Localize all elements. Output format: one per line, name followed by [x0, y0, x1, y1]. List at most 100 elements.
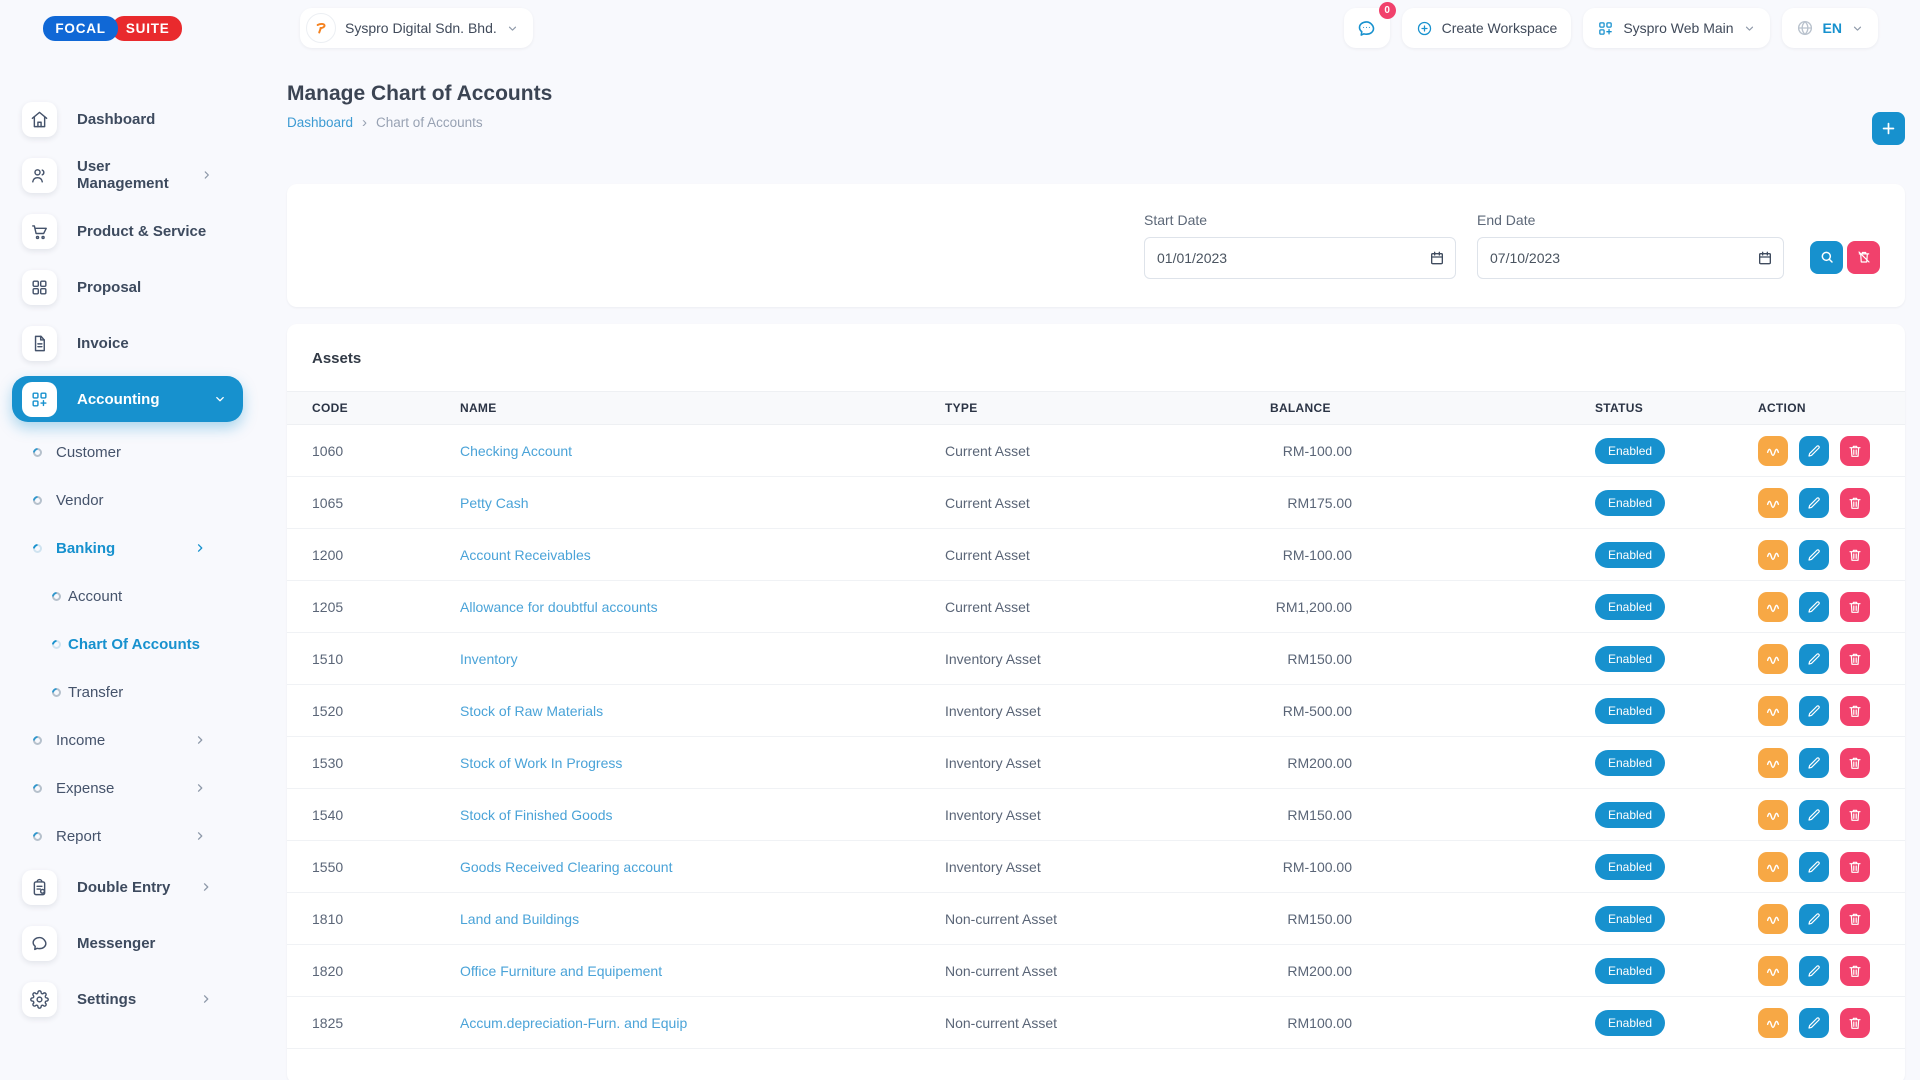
bullet-icon: [31, 542, 44, 555]
transactions-button[interactable]: [1758, 956, 1788, 986]
delete-button[interactable]: [1840, 956, 1870, 986]
sidebar-item-customer[interactable]: Customer: [12, 432, 243, 472]
sidebar-item-account[interactable]: Account: [12, 576, 243, 616]
language-selector[interactable]: EN: [1782, 8, 1878, 48]
app-selector[interactable]: Syspro Web Main: [1583, 8, 1769, 48]
account-name-link[interactable]: Stock of Finished Goods: [460, 807, 945, 823]
account-balance: RM150.00: [1270, 911, 1352, 927]
workspace-selector[interactable]: Syspro Digital Sdn. Bhd.: [300, 8, 533, 48]
transactions-button[interactable]: [1758, 644, 1788, 674]
main-content: Manage Chart of Accounts Dashboard › Cha…: [225, 56, 1920, 1080]
messenger-button[interactable]: 0: [1344, 8, 1390, 48]
sidebar-item-messenger[interactable]: Messenger: [12, 920, 243, 966]
transactions-button[interactable]: [1758, 696, 1788, 726]
edit-button[interactable]: [1799, 748, 1829, 778]
status-badge: Enabled: [1595, 542, 1665, 568]
delete-button[interactable]: [1840, 748, 1870, 778]
account-name-link[interactable]: Petty Cash: [460, 495, 945, 511]
edit-button[interactable]: [1799, 800, 1829, 830]
account-name-link[interactable]: Stock of Raw Materials: [460, 703, 945, 719]
clear-filter-icon: [1856, 249, 1872, 265]
edit-button[interactable]: [1799, 488, 1829, 518]
delete-button[interactable]: [1840, 852, 1870, 882]
sidebar-item-vendor[interactable]: Vendor: [12, 480, 243, 520]
account-code: 1540: [312, 807, 460, 823]
edit-button[interactable]: [1799, 436, 1829, 466]
delete-button[interactable]: [1840, 800, 1870, 830]
sidebar-item-label: Vendor: [56, 492, 104, 509]
sidebar-item-double-entry[interactable]: Double Entry: [12, 864, 243, 910]
edit-button[interactable]: [1799, 904, 1829, 934]
transactions-button[interactable]: [1758, 488, 1788, 518]
sidebar-item-expense[interactable]: Expense: [12, 768, 243, 808]
account-name-link[interactable]: Account Receivables: [460, 547, 945, 563]
sidebar-item-chart-of-accounts[interactable]: Chart Of Accounts: [12, 624, 243, 664]
delete-button[interactable]: [1840, 696, 1870, 726]
add-account-button[interactable]: [1872, 112, 1905, 145]
edit-button[interactable]: [1799, 592, 1829, 622]
account-name-link[interactable]: Inventory: [460, 651, 945, 667]
transactions-button[interactable]: [1758, 748, 1788, 778]
sidebar-item-label: Messenger: [77, 935, 155, 952]
account-type: Inventory Asset: [945, 807, 1270, 823]
sidebar-item-dashboard[interactable]: Dashboard: [12, 96, 243, 142]
account-name-link[interactable]: Stock of Work In Progress: [460, 755, 945, 771]
sidebar-item-income[interactable]: Income: [12, 720, 243, 760]
edit-button[interactable]: [1799, 956, 1829, 986]
reset-filter-button[interactable]: [1847, 241, 1880, 274]
breadcrumb-dashboard-link[interactable]: Dashboard: [287, 115, 353, 130]
transactions-button[interactable]: [1758, 592, 1788, 622]
account-name-link[interactable]: Office Furniture and Equipement: [460, 963, 945, 979]
sidebar-item-invoice[interactable]: Invoice: [12, 320, 243, 366]
sidebar-item-transfer[interactable]: Transfer: [12, 672, 243, 712]
sidebar-item-user-management[interactable]: User Management: [12, 152, 243, 198]
sidebar-item-banking[interactable]: Banking: [12, 528, 243, 568]
pencil-icon: [1806, 651, 1822, 667]
sidebar-item-accounting[interactable]: Accounting: [12, 376, 243, 422]
account-name-link[interactable]: Checking Account: [460, 443, 945, 459]
table-header-row: CODE NAME TYPE BALANCE STATUS ACTION: [287, 391, 1905, 425]
row-actions: [1758, 800, 1880, 830]
edit-button[interactable]: [1799, 852, 1829, 882]
search-button[interactable]: [1810, 241, 1843, 274]
sidebar-item-proposal[interactable]: Proposal: [12, 264, 243, 310]
edit-button[interactable]: [1799, 696, 1829, 726]
transactions-button[interactable]: [1758, 800, 1788, 830]
table-row: 1825 Accum.depreciation-Furn. and Equip …: [287, 997, 1905, 1049]
create-workspace-button[interactable]: Create Workspace: [1402, 8, 1572, 48]
delete-button[interactable]: [1840, 540, 1870, 570]
edit-button[interactable]: [1799, 1008, 1829, 1038]
account-name-link[interactable]: Allowance for doubtful accounts: [460, 599, 945, 615]
account-name-link[interactable]: Land and Buildings: [460, 911, 945, 927]
sidebar-item-settings[interactable]: Settings: [12, 976, 243, 1022]
edit-button[interactable]: [1799, 644, 1829, 674]
workspace-avatar: [306, 13, 336, 43]
edit-button[interactable]: [1799, 540, 1829, 570]
sidebar-item-product-service[interactable]: Product & Service: [12, 208, 243, 254]
delete-button[interactable]: [1840, 488, 1870, 518]
status-badge: Enabled: [1595, 698, 1665, 724]
account-name-link[interactable]: Accum.depreciation-Furn. and Equip: [460, 1015, 945, 1031]
trash-icon: [1847, 1015, 1863, 1031]
account-type: Current Asset: [945, 495, 1270, 511]
transactions-button[interactable]: [1758, 540, 1788, 570]
sidebar-item-report[interactable]: Report: [12, 816, 243, 856]
trash-icon: [1847, 859, 1863, 875]
delete-button[interactable]: [1840, 1008, 1870, 1038]
chat-icon: [1356, 18, 1377, 39]
activity-icon: [1765, 651, 1781, 667]
transactions-button[interactable]: [1758, 1008, 1788, 1038]
delete-button[interactable]: [1840, 644, 1870, 674]
account-type: Inventory Asset: [945, 859, 1270, 875]
transactions-button[interactable]: [1758, 904, 1788, 934]
delete-button[interactable]: [1840, 904, 1870, 934]
transactions-button[interactable]: [1758, 436, 1788, 466]
account-balance: RM-100.00: [1270, 443, 1352, 459]
delete-button[interactable]: [1840, 436, 1870, 466]
account-code: 1510: [312, 651, 460, 667]
start-date-input[interactable]: [1144, 237, 1456, 279]
end-date-input[interactable]: [1477, 237, 1784, 279]
account-name-link[interactable]: Goods Received Clearing account: [460, 859, 945, 875]
delete-button[interactable]: [1840, 592, 1870, 622]
transactions-button[interactable]: [1758, 852, 1788, 882]
